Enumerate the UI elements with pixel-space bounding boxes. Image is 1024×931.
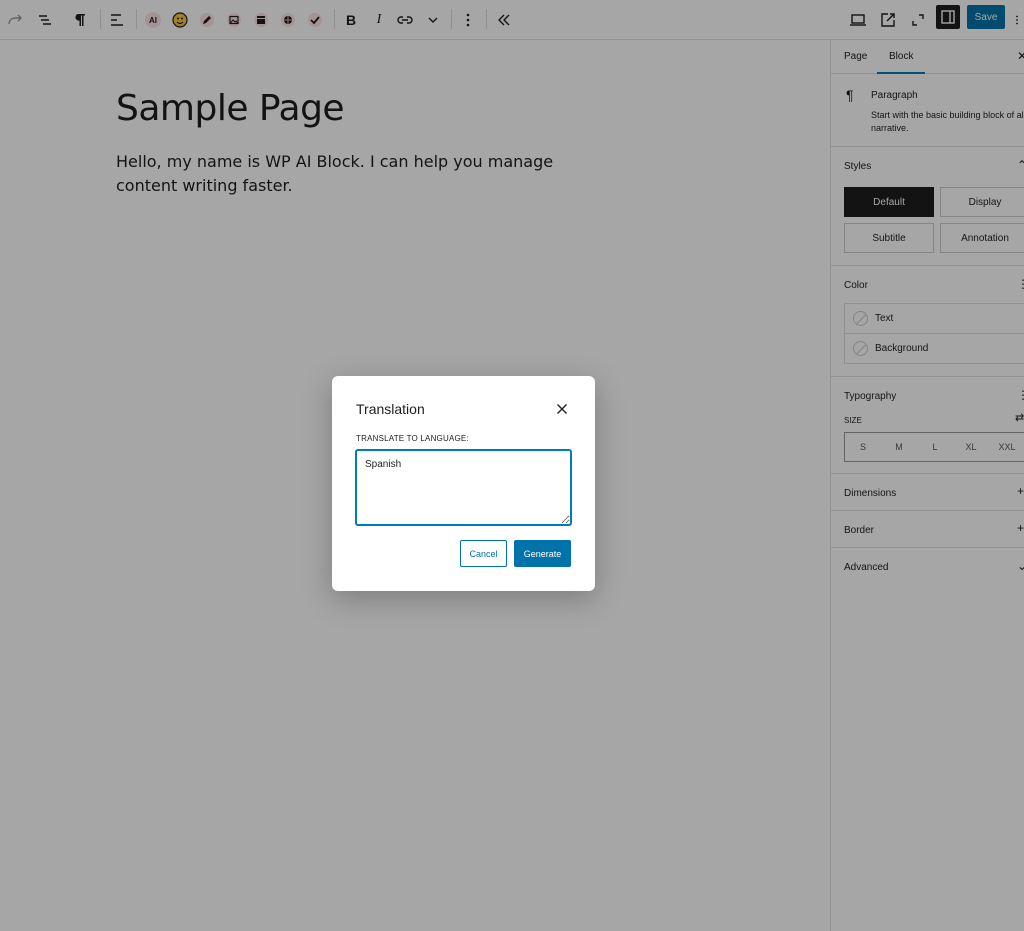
translation-modal: Translation TRANSLATE TO LANGUAGE: Spani… [332, 376, 595, 591]
cancel-button[interactable]: Cancel [460, 540, 507, 567]
generate-button[interactable]: Generate [514, 540, 571, 567]
close-icon[interactable] [551, 398, 573, 420]
modal-title: Translation [356, 401, 425, 417]
language-textarea[interactable]: Spanish [356, 450, 571, 525]
language-label: TRANSLATE TO LANGUAGE: [356, 434, 469, 443]
